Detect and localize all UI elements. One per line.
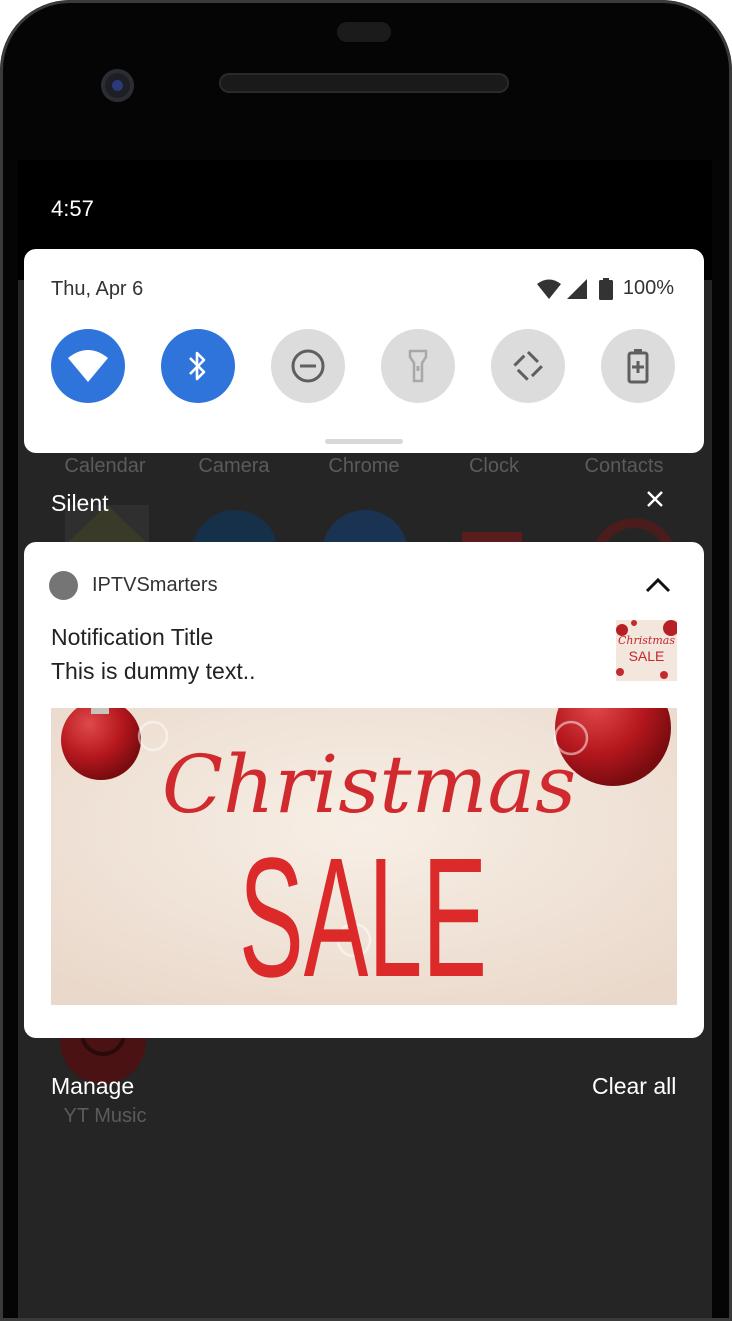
app-label-contacts: Contacts bbox=[584, 455, 664, 477]
battery-icon bbox=[598, 277, 613, 300]
dnd-tile[interactable] bbox=[271, 329, 345, 403]
battery-saver-tile[interactable] bbox=[601, 329, 675, 403]
close-icon bbox=[647, 491, 663, 507]
wifi-icon bbox=[68, 350, 108, 382]
battery-percent: 100% bbox=[622, 277, 674, 299]
app-name: IPTVSmarters bbox=[92, 574, 218, 596]
wifi-signal-icon bbox=[536, 279, 561, 299]
wifi-tile[interactable] bbox=[51, 329, 125, 403]
quick-settings-panel: Thu, Apr 6 100% bbox=[24, 249, 704, 453]
date-label[interactable]: Thu, Apr 6 bbox=[51, 278, 143, 301]
flashlight-tile[interactable] bbox=[381, 329, 455, 403]
cell-signal-icon bbox=[566, 278, 587, 299]
app-label-clock: Clock bbox=[468, 455, 519, 477]
bluetooth-tile[interactable] bbox=[161, 329, 235, 403]
phone-frame: 4:57 Calendar Camera Chrome Clock Contac… bbox=[0, 0, 732, 1321]
notification-thumbnail: Christmas SALE bbox=[616, 620, 677, 681]
auto-rotate-icon bbox=[511, 349, 545, 383]
screen: 4:57 Calendar Camera Chrome Clock Contac… bbox=[18, 160, 712, 1321]
manage-button[interactable]: Manage bbox=[51, 1073, 134, 1100]
christmas-script-text: Christmas bbox=[162, 738, 576, 831]
notification-title: Notification Title bbox=[51, 624, 214, 650]
bluetooth-icon bbox=[189, 351, 206, 381]
app-icon bbox=[49, 571, 78, 600]
notification-card[interactable]: IPTVSmarters Notification Title This is … bbox=[24, 542, 704, 1038]
flashlight-icon bbox=[408, 349, 428, 383]
notification-text: This is dummy text.. bbox=[51, 658, 256, 684]
earpiece-notch bbox=[337, 22, 391, 42]
do-not-disturb-icon bbox=[291, 349, 325, 383]
thumb-script-text: Christmas bbox=[618, 634, 675, 647]
notification-big-picture: Christmas SALE bbox=[51, 708, 677, 1005]
app-label-calendar: Calendar bbox=[64, 455, 146, 477]
chevron-up-icon[interactable] bbox=[643, 570, 673, 600]
app-label-chrome: Chrome bbox=[328, 455, 400, 477]
app-label-yt-music: YT Music bbox=[63, 1105, 147, 1127]
thumb-sale-text: SALE bbox=[629, 648, 665, 664]
dismiss-silent-button[interactable] bbox=[646, 489, 664, 513]
qs-drag-handle[interactable] bbox=[325, 439, 403, 444]
front-camera bbox=[101, 69, 134, 102]
sale-text: SALE bbox=[239, 823, 487, 1005]
auto-rotate-tile[interactable] bbox=[491, 329, 565, 403]
speaker-grille bbox=[219, 73, 509, 93]
status-time: 4:57 bbox=[51, 196, 94, 221]
status-icons: 100% bbox=[536, 277, 674, 300]
app-label-camera: Camera bbox=[198, 455, 270, 477]
clear-all-button[interactable]: Clear all bbox=[592, 1073, 676, 1100]
battery-saver-icon bbox=[627, 349, 649, 384]
section-header-silent: Silent bbox=[51, 490, 109, 516]
